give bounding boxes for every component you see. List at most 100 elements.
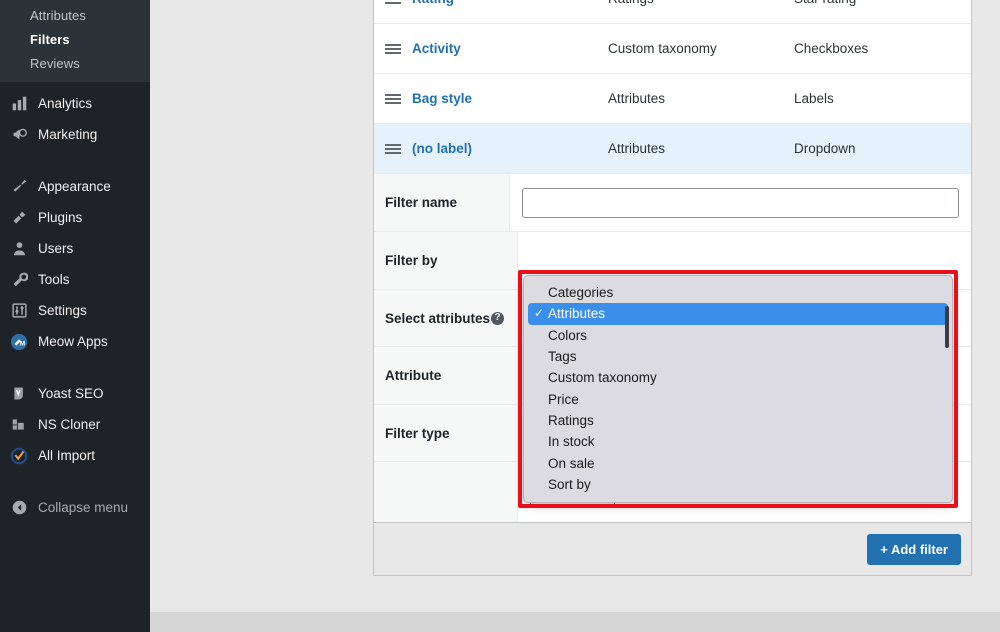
sidebar-item-tools[interactable]: Tools [0,264,150,295]
dropdown-option-label: Attributes [548,303,605,324]
table-row-active[interactable]: (no label) Attributes Dropdown [374,124,971,174]
drag-handle-icon[interactable] [374,0,412,5]
dropdown-option[interactable]: Colors [524,325,952,346]
ns-cloner-icon [9,415,29,435]
sidebar-label: Users [38,241,73,256]
sliders-icon [9,301,29,321]
dropdown-option-label: On sale [548,453,595,474]
user-icon [9,239,29,259]
filter-name-link[interactable]: (no label) [412,141,608,156]
meow-apps-icon: M [9,332,29,352]
filter-by-value: Ratings [608,0,794,6]
admin-sidebar: Attributes Filters Reviews Analytics Mar… [0,0,150,632]
drag-handle-icon[interactable] [374,93,412,105]
sidebar-divider [0,363,150,372]
analytics-icon [9,94,29,114]
sidebar-group-4: Collapse menu [0,486,150,529]
collapse-arrow-icon [9,498,29,518]
sidebar-divider [0,477,150,486]
megaphone-icon [9,125,29,145]
dropdown-option[interactable]: Custom taxonomy [524,367,952,388]
sidebar-item-filters[interactable]: Filters [0,28,150,52]
sidebar-group-1: Analytics Marketing [0,82,150,156]
dropdown-option[interactable]: On sale [524,452,952,473]
card-footer: + Add filter [374,522,971,575]
dropdown-option-selected[interactable]: ✓ Attributes [528,303,948,324]
dropdown-option[interactable]: Price [524,388,952,409]
sidebar-item-collapse-menu[interactable]: Collapse menu [0,492,150,523]
filter-name-input[interactable] [522,188,959,218]
sidebar-label: NS Cloner [38,417,100,432]
table-row[interactable]: Bag style Attributes Labels [374,74,971,124]
sidebar-label: Meow Apps [38,334,108,349]
sidebar-group-3: Yoast SEO NS Cloner All Import [0,372,150,477]
dropdown-option[interactable]: In stock [524,431,952,452]
sidebar-item-reviews[interactable]: Reviews [0,52,150,76]
label-actions-empty [374,462,518,522]
sidebar-label: Collapse menu [38,500,128,515]
filter-type-value: Dropdown [794,141,971,156]
dropdown-option-label: Ratings [548,410,594,431]
label-filter-by: Filter by [374,232,518,289]
dropdown-option[interactable]: Categories [524,282,952,303]
sidebar-item-analytics[interactable]: Analytics [0,88,150,119]
label-filter-name: Filter name [374,174,510,231]
add-filter-button[interactable]: + Add filter [867,534,961,565]
sidebar-item-appearance[interactable]: Appearance [0,171,150,202]
sidebar-item-users[interactable]: Users [0,233,150,264]
label-select-attributes: Select attributes? [374,290,518,346]
filter-by-value: Attributes [608,141,794,156]
sidebar-item-meow-apps[interactable]: M Meow Apps [0,326,150,357]
dropdown-option-label: Custom taxonomy [548,367,657,388]
filter-type-value: Star rating [794,0,971,6]
dropdown-option[interactable]: Ratings [524,410,952,431]
all-import-icon [9,446,29,466]
sidebar-submenu-products: Attributes Filters Reviews [0,0,150,82]
drag-handle-icon[interactable] [374,43,412,55]
sidebar-label: Marketing [38,127,97,142]
sidebar-label: Tools [38,272,70,287]
sidebar-item-plugins[interactable]: Plugins [0,202,150,233]
check-icon: ✓ [534,303,548,324]
dropdown-option-label: Sort by [548,474,591,495]
sidebar-label: Plugins [38,210,82,225]
sidebar-label: Settings [38,303,87,318]
drag-handle-icon[interactable] [374,143,412,155]
svg-text:M: M [20,340,25,347]
paintbrush-icon [9,177,29,197]
dropdown-option[interactable]: Tags [524,346,952,367]
dropdown-option-label: Price [548,389,579,410]
form-row-filter-name: Filter name [374,174,971,232]
table-row[interactable]: Activity Custom taxonomy Checkboxes [374,24,971,74]
filter-type-value: Checkboxes [794,41,971,56]
field-filter-name [510,174,971,231]
dropdown-scrollbar[interactable] [945,306,949,348]
label-filter-type: Filter type [374,405,518,461]
label-text: Select attributes [385,311,490,326]
dropdown-option[interactable]: Sort by [524,474,952,495]
sidebar-item-attributes[interactable]: Attributes [0,4,150,28]
sidebar-item-all-import[interactable]: All Import [0,440,150,471]
sidebar-item-marketing[interactable]: Marketing [0,119,150,150]
filter-by-dropdown-menu[interactable]: Categories ✓ Attributes Colors Tags Cust… [523,275,953,503]
sidebar-item-settings[interactable]: Settings [0,295,150,326]
wrench-icon [9,270,29,290]
filter-name-link[interactable]: Bag style [412,91,608,106]
dropdown-option-label: Tags [548,346,577,367]
sidebar-label: Appearance [38,179,111,194]
dropdown-option-label: Categories [548,282,613,303]
dropdown-option-label: In stock [548,431,595,452]
help-icon[interactable]: ? [491,312,504,325]
sidebar-label: Analytics [38,96,92,111]
table-row[interactable]: Rating Ratings Star rating [374,0,971,24]
filter-type-value: Labels [794,91,971,106]
sidebar-divider [0,156,150,165]
filter-name-link[interactable]: Activity [412,41,608,56]
sidebar-item-ns-cloner[interactable]: NS Cloner [0,409,150,440]
sidebar-label: Yoast SEO [38,386,104,401]
filter-by-value: Custom taxonomy [608,41,794,56]
filter-name-link[interactable]: Rating [412,0,608,6]
label-attribute: Attribute [374,347,518,404]
filter-by-value: Attributes [608,91,794,106]
sidebar-item-yoast-seo[interactable]: Yoast SEO [0,378,150,409]
